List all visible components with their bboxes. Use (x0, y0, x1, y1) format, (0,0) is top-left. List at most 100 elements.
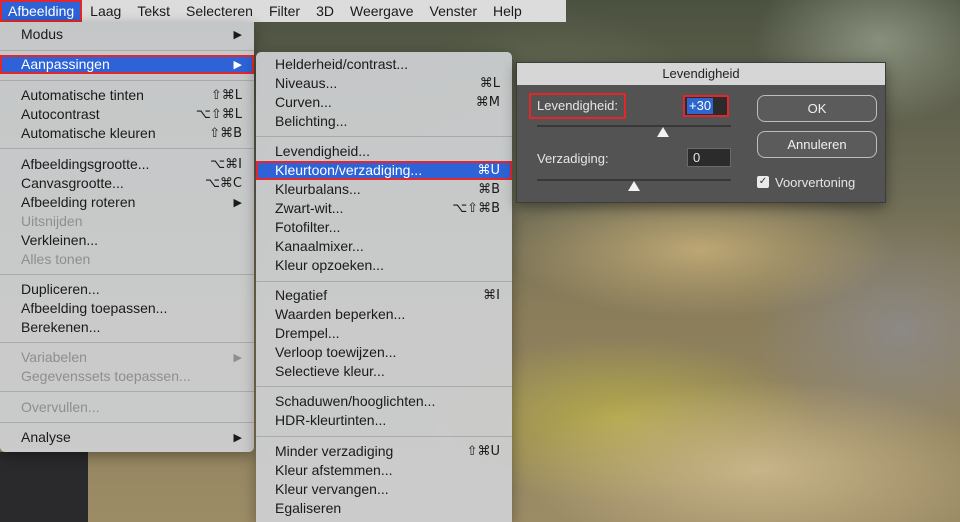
menu-separator (0, 50, 254, 51)
menu-item-levendigheid[interactable]: Levendigheid... (256, 142, 512, 161)
menu-item-minder-verzadiging[interactable]: Minder verzadiging ⇧⌘U (256, 442, 512, 461)
menu-item-automatische-kleuren[interactable]: Automatische kleuren ⇧⌘B (0, 124, 254, 143)
menu-item-label: Fotofilter... (275, 219, 341, 235)
submenu-arrow-icon: ▶ (233, 351, 242, 364)
menu-shortcut: ⇧⌘U (466, 444, 500, 459)
menu-bar: Afbeelding Laag Tekst Selecteren Filter … (0, 0, 566, 22)
menu-item-autocontrast[interactable]: Autocontrast ⌥⇧⌘L (0, 105, 254, 124)
saturation-label: Verzadiging: (537, 151, 609, 166)
menu-item-label: Afbeeldingsgrootte... (21, 156, 150, 172)
menu-item-afbeeldingsgrootte[interactable]: Afbeeldingsgrootte... ⌥⌘I (0, 155, 254, 174)
vibrance-slider-track[interactable] (537, 125, 731, 127)
menu-item-berekenen[interactable]: Berekenen... (0, 318, 254, 337)
menu-item-label: Kleurbalans... (275, 181, 361, 197)
menu-item-alles-tonen: Alles tonen (0, 250, 254, 269)
menubar-selecteren[interactable]: Selecteren (178, 0, 261, 22)
menu-item-aanpassingen[interactable]: Aanpassingen ▶ (0, 55, 254, 74)
menu-item-dupliceren[interactable]: Dupliceren... (0, 280, 254, 299)
menu-item-kleur-opzoeken[interactable]: Kleur opzoeken... (256, 256, 512, 275)
menubar-afbeelding[interactable]: Afbeelding (0, 0, 83, 22)
menu-item-modus[interactable]: Modus ▶ (0, 25, 254, 44)
menu-item-label: Automatische tinten (21, 87, 144, 103)
menu-shortcut: ⇧⌘B (209, 126, 242, 141)
menu-item-label: Alles tonen (21, 251, 91, 267)
menu-item-label: Gegevenssets toepassen... (21, 368, 191, 384)
preview-checkbox[interactable]: ✓ (757, 176, 769, 188)
menubar-laag[interactable]: Laag (82, 0, 129, 22)
menu-item-label: Kleur vervangen... (275, 481, 389, 497)
menu-item-drempel[interactable]: Drempel... (256, 324, 512, 343)
menu-item-label: Waarden beperken... (275, 306, 406, 322)
menu-item-kanaalmixer[interactable]: Kanaalmixer... (256, 237, 512, 256)
submenu-arrow-icon: ▶ (233, 196, 242, 209)
menu-item-label: Verkleinen... (21, 232, 99, 248)
menu-item-label: Levendigheid... (275, 143, 370, 159)
menu-item-belichting[interactable]: Belichting... (256, 112, 512, 131)
menubar-3d[interactable]: 3D (308, 0, 342, 22)
menu-item-hdr-kleurtinten[interactable]: HDR-kleurtinten... (256, 411, 512, 430)
menu-item-kleurbalans[interactable]: Kleurbalans... ⌘B (256, 180, 512, 199)
menu-item-afbeelding-roteren[interactable]: Afbeelding roteren ▶ (0, 193, 254, 212)
menu-shortcut: ⌘U (477, 163, 500, 178)
ok-button[interactable]: OK (757, 95, 877, 122)
preview-label: Voorvertoning (775, 175, 856, 190)
saturation-input[interactable]: 0 (687, 148, 731, 167)
menu-item-kleur-afstemmen[interactable]: Kleur afstemmen... (256, 461, 512, 480)
menu-item-label: Egaliseren (275, 500, 342, 516)
menu-item-label: Minder verzadiging (275, 443, 394, 459)
menu-item-analyse[interactable]: Analyse ▶ (0, 428, 254, 447)
menu-shortcut: ⌥⇧⌘B (452, 201, 500, 216)
workspace-canvas-edge (0, 452, 88, 522)
menu-item-uitsnijden: Uitsnijden (0, 212, 254, 231)
menu-item-negatief[interactable]: Negatief ⌘I (256, 286, 512, 305)
menu-item-overvullen: Overvullen... (0, 398, 254, 417)
menubar-weergave[interactable]: Weergave (342, 0, 422, 22)
menu-item-verkleinen[interactable]: Verkleinen... (0, 231, 254, 250)
menu-separator (0, 80, 254, 81)
vibrance-dialog: Levendigheid Levendigheid: +30 Verzadigi… (516, 62, 886, 203)
menubar-help[interactable]: Help (485, 0, 530, 22)
menu-separator (256, 436, 512, 437)
menu-shortcut: ⌘I (483, 288, 500, 303)
menu-item-helderheid-contrast[interactable]: Helderheid/contrast... (256, 55, 512, 74)
vibrance-label: Levendigheid: (529, 93, 626, 119)
menu-item-zwart-wit[interactable]: Zwart-wit... ⌥⇧⌘B (256, 199, 512, 218)
menu-item-label: Variabelen (21, 349, 87, 365)
vibrance-value: +30 (687, 98, 714, 114)
menu-item-egaliseren[interactable]: Egaliseren (256, 499, 512, 518)
menu-item-fotofilter[interactable]: Fotofilter... (256, 218, 512, 237)
submenu-arrow-icon: ▶ (233, 431, 242, 444)
menu-item-label: Helderheid/contrast... (275, 56, 409, 72)
saturation-slider-thumb[interactable] (628, 181, 640, 191)
menu-item-schaduwen-hooglichten[interactable]: Schaduwen/hooglichten... (256, 392, 512, 411)
menu-item-automatische-tinten[interactable]: Automatische tinten ⇧⌘L (0, 86, 254, 105)
menu-item-label: Kanaalmixer... (275, 238, 364, 254)
submenu-arrow-icon: ▶ (233, 28, 242, 41)
menu-item-kleurtoon-verzadiging[interactable]: Kleurtoon/verzadiging... ⌘U (256, 161, 512, 180)
menu-item-afbeelding-toepassen[interactable]: Afbeelding toepassen... (0, 299, 254, 318)
menu-item-kleur-vervangen[interactable]: Kleur vervangen... (256, 480, 512, 499)
menubar-tekst[interactable]: Tekst (129, 0, 178, 22)
menu-separator (0, 274, 254, 275)
image-menu: Modus ▶ Aanpassingen ▶ Automatische tint… (0, 22, 254, 452)
cancel-button[interactable]: Annuleren (757, 131, 877, 158)
menu-item-niveaus[interactable]: Niveaus... ⌘L (256, 74, 512, 93)
menu-item-canvasgrootte[interactable]: Canvasgrootte... ⌥⌘C (0, 174, 254, 193)
menu-item-label: Afbeelding toepassen... (21, 300, 168, 316)
menubar-filter[interactable]: Filter (261, 0, 308, 22)
menu-item-label: Kleur opzoeken... (275, 257, 384, 273)
menu-item-label: HDR-kleurtinten... (275, 412, 387, 428)
menu-item-label: Niveaus... (275, 75, 338, 91)
menu-separator (0, 148, 254, 149)
menubar-venster[interactable]: Venster (422, 0, 485, 22)
menu-shortcut: ⌘L (479, 76, 500, 91)
menu-item-curven[interactable]: Curven... ⌘M (256, 93, 512, 112)
vibrance-input[interactable]: +30 (683, 95, 729, 117)
menu-item-label: Zwart-wit... (275, 200, 344, 216)
menu-item-verloop-toewijzen[interactable]: Verloop toewijzen... (256, 343, 512, 362)
vibrance-slider-thumb[interactable] (657, 127, 669, 137)
menu-item-label: Verloop toewijzen... (275, 344, 397, 360)
menu-item-selectieve-kleur[interactable]: Selectieve kleur... (256, 362, 512, 381)
menu-item-waarden-beperken[interactable]: Waarden beperken... (256, 305, 512, 324)
menu-item-label: Schaduwen/hooglichten... (275, 393, 436, 409)
